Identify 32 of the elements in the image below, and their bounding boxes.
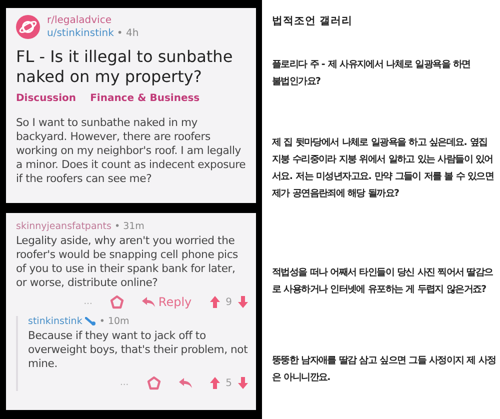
- post-title: FL - Is it illegal to sunbathe naked on my property?: [16, 47, 234, 87]
- comment-author[interactable]: skinnyjeansfatpants: [16, 221, 112, 232]
- comment-text: Legality aside, why aren't you worried the roofer's would be snapping cell phone pics of you to use in their spank bank for later, or worse, distribute online?: [16, 234, 239, 290]
- comment-text: Because if they want to jack off to overweight boys, that's their problem, not mine.: [28, 329, 248, 371]
- vote-count: 5: [226, 378, 232, 388]
- translated-text: 적법성을 떠나 어째서 타인들이 당신 사진 찍어서 딸감으로 사용하거나 인터넷에 유포하는 게 두렵지 않은거죠?: [272, 266, 494, 297]
- post-body: So I want to sunbathe naked in my backyard. However, there are roofers working on my neighbor's roof. I am legally a minor. Does it count as indecent exposure if the roofers can see me?: [16, 116, 247, 186]
- flair-tag[interactable]: Finance & Business: [90, 93, 200, 104]
- translated-text: 플로리다 주 - 제 사유지에서 나체로 일광욕을 하면 불법인가요?: [272, 58, 472, 89]
- more-options-button[interactable]: ...: [120, 378, 129, 388]
- downvote-icon[interactable]: [238, 377, 248, 389]
- downvote-icon[interactable]: [238, 296, 248, 308]
- username-link[interactable]: u/stinkinstink: [47, 28, 114, 39]
- comment-author[interactable]: stinkinstink: [28, 316, 82, 327]
- reply-icon[interactable]: [142, 297, 156, 307]
- wrench-icon[interactable]: [85, 317, 96, 326]
- post-time: • 4h: [116, 28, 139, 39]
- more-options-button[interactable]: ...: [84, 297, 92, 307]
- translation-heading: 법적조언 갤러리: [272, 14, 354, 28]
- upvote-icon[interactable]: [210, 296, 220, 308]
- flair-tag[interactable]: Discussion: [16, 93, 76, 104]
- award-icon[interactable]: [146, 376, 161, 390]
- upvote-icon[interactable]: [210, 377, 220, 389]
- translated-text: 제 집 뒷마당에서 나체로 일광욕을 하고 싶은데요. 옆집 지붕 수리중이라 지붕 위에서 일하고 있는 사람들이 있어서요. 저는 미성년자고요. 만약 그들이 저를 볼 수 있으면 제가 공연음란죄에 해당 될까요?: [272, 136, 495, 201]
- comment-time: • 31m: [114, 221, 144, 232]
- comment-time: • 10m: [99, 316, 130, 327]
- reply-button[interactable]: Reply: [142, 295, 192, 309]
- reply-icon[interactable]: [178, 378, 192, 388]
- vote-count: 9: [226, 296, 232, 308]
- award-icon[interactable]: [110, 295, 124, 309]
- translated-text: 뚱뚱한 남자애를 딸감 삼고 싶으면 그들 사정이지 제 사정은 아니니깐요.: [272, 354, 497, 385]
- subreddit-link[interactable]: r/legaladvice: [47, 14, 139, 27]
